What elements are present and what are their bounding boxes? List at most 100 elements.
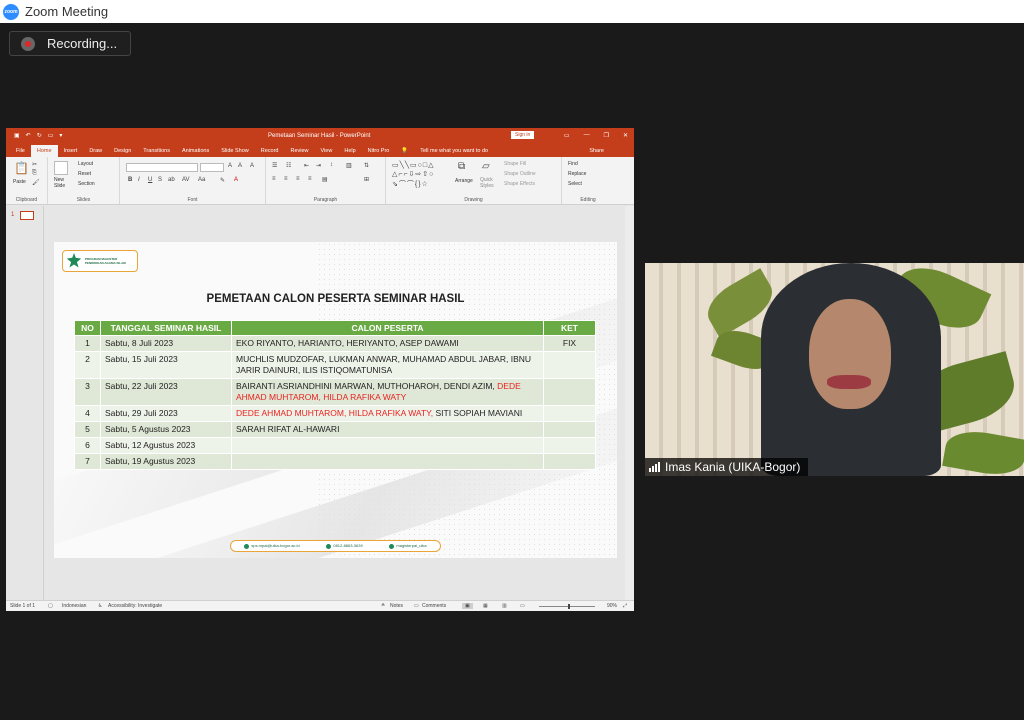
tab-help[interactable]: Help xyxy=(338,148,361,157)
align-center-icon[interactable]: ≡ xyxy=(284,176,288,182)
quick-styles-icon: ▱ xyxy=(482,161,490,172)
decrease-indent-icon[interactable]: ⇤ xyxy=(304,162,309,169)
tab-animations[interactable]: Animations xyxy=(176,148,215,157)
increase-font-icon[interactable]: A xyxy=(228,163,232,169)
paste-button[interactable]: Paste xyxy=(13,179,26,185)
zoom-slider[interactable] xyxy=(539,606,595,607)
shape-effects-button[interactable]: Shape Effects xyxy=(504,181,535,187)
comments-button[interactable]: Comments xyxy=(422,603,446,609)
slide-thumbnail-pane: 1 xyxy=(6,206,44,600)
columns-icon[interactable]: ▥ xyxy=(346,162,352,169)
char-spacing-icon[interactable]: AV xyxy=(182,177,190,183)
tab-insert[interactable]: Insert xyxy=(58,148,84,157)
ribbon-display-icon[interactable]: ▭ xyxy=(564,132,570,139)
tab-transitions[interactable]: Transitions xyxy=(137,148,176,157)
notes-button[interactable]: Notes xyxy=(390,603,403,609)
cut-icon[interactable]: ✂ xyxy=(32,161,37,168)
decrease-font-icon[interactable]: A xyxy=(238,163,242,169)
font-family-select[interactable] xyxy=(126,163,198,172)
shadow-icon[interactable]: S xyxy=(158,177,162,183)
present-icon[interactable]: ▭ xyxy=(48,132,54,139)
increase-indent-icon[interactable]: ⇥ xyxy=(316,162,321,169)
fit-slide-icon[interactable]: ⤢ xyxy=(623,603,627,609)
zoom-slider-thumb[interactable] xyxy=(568,604,570,609)
editing-group: Find Replace Select Editing xyxy=(562,157,614,204)
format-painter-icon[interactable]: 🖌 xyxy=(32,179,40,186)
shapes-gallery-row3-icon[interactable]: ⇘⌒⌒{}☆ xyxy=(392,179,429,189)
new-slide-button[interactable]: New Slide xyxy=(54,177,72,189)
tab-slide-show[interactable]: Slide Show xyxy=(215,148,255,157)
change-case-icon[interactable]: Aa xyxy=(198,177,205,183)
footer-phone: 0812-8863-3639 xyxy=(326,543,363,549)
reset-button[interactable]: Reset xyxy=(78,171,91,177)
font-color-icon[interactable]: A xyxy=(234,177,238,183)
line-spacing-icon[interactable]: ↕ xyxy=(330,162,333,168)
numbering-icon[interactable]: ☷ xyxy=(286,162,291,169)
close-icon[interactable]: ✕ xyxy=(623,132,628,139)
align-text-icon[interactable]: ▤ xyxy=(322,176,328,183)
tab-nitro-pro[interactable]: Nitro Pro xyxy=(362,148,396,157)
save-icon[interactable]: ▣ xyxy=(14,132,20,139)
table-row: 5 Sabtu, 5 Agustus 2023 SARAH RIFAT AL-H… xyxy=(74,421,596,438)
quick-styles-button[interactable]: Quick Styles xyxy=(480,177,496,189)
underline-icon[interactable]: U xyxy=(148,177,152,183)
tab-draw[interactable]: Draw xyxy=(83,148,108,157)
bullets-icon[interactable]: ☰ xyxy=(272,162,277,169)
tab-file[interactable]: File xyxy=(10,148,31,157)
zoom-level[interactable]: 90% xyxy=(607,603,617,609)
normal-view-icon[interactable]: ▣ xyxy=(462,603,473,609)
highlight-icon[interactable]: ✎ xyxy=(220,177,225,184)
justify-icon[interactable]: ≡ xyxy=(308,176,312,182)
tab-review[interactable]: Review xyxy=(284,148,314,157)
slide-sorter-icon[interactable]: ▦ xyxy=(483,603,488,609)
find-button[interactable]: Find xyxy=(568,161,578,167)
clear-format-icon[interactable]: A xyxy=(250,163,254,169)
italic-icon[interactable]: I xyxy=(138,177,140,183)
recording-indicator[interactable]: Recording... xyxy=(9,31,131,56)
cell-ket xyxy=(543,421,596,438)
align-left-icon[interactable]: ≡ xyxy=(272,176,276,182)
tab-home[interactable]: Home xyxy=(30,145,58,157)
instagram-icon xyxy=(389,543,395,549)
cell-date: Sabtu, 15 Juli 2023 xyxy=(100,351,232,379)
text-direction-icon[interactable]: ⇅ xyxy=(364,162,369,169)
arrange-button[interactable]: Arrange xyxy=(455,178,473,184)
smartart-icon[interactable]: ⊞ xyxy=(364,176,369,183)
phone-icon xyxy=(326,543,332,549)
language-status[interactable]: Indonesian xyxy=(62,603,86,609)
tab-view[interactable]: View xyxy=(315,148,339,157)
replace-button[interactable]: Replace xyxy=(568,171,586,177)
font-size-select[interactable] xyxy=(200,163,224,172)
shape-fill-button[interactable]: Shape Fill xyxy=(504,161,526,167)
undo-icon[interactable]: ↶ xyxy=(26,132,31,139)
minimize-icon[interactable]: — xyxy=(584,132,590,139)
participant-video[interactable]: Imas Kania (UIKA-Bogor) xyxy=(645,263,1024,476)
layout-button[interactable]: Layout xyxy=(78,161,93,167)
customize-qat-icon[interactable]: ▾ xyxy=(59,132,62,139)
sign-in-button[interactable]: Sign in xyxy=(511,131,535,139)
slide-canvas[interactable]: PROGRAM MAGISTER PENDIDIKAN AGAMA ISLAM P… xyxy=(54,242,617,558)
accessibility-status[interactable]: Accessibility: Investigate xyxy=(108,603,162,609)
tell-me-search[interactable]: Tell me what you want to do xyxy=(414,148,494,157)
section-button[interactable]: Section xyxy=(78,181,95,187)
reading-view-icon[interactable]: ▥ xyxy=(502,603,507,609)
footer-email: sps.mpai@uika-bogor.ac.id xyxy=(244,543,300,549)
slideshow-view-icon[interactable]: ▭ xyxy=(520,603,525,609)
spellcheck-icon[interactable]: ▢ xyxy=(48,603,53,609)
strikethrough-icon[interactable]: ab xyxy=(168,177,175,183)
share-button[interactable]: Share xyxy=(589,148,604,154)
select-button[interactable]: Select xyxy=(568,181,582,187)
shapes-gallery-icon[interactable]: ▭╲╲▭○□△ xyxy=(392,161,435,169)
shapes-gallery-row2-icon[interactable]: △⌐⌐⇩⇨⇧○ xyxy=(392,170,434,178)
cell-date: Sabtu, 22 Juli 2023 xyxy=(100,378,232,406)
vertical-scrollbar[interactable] xyxy=(625,206,634,600)
tab-design[interactable]: Design xyxy=(108,148,137,157)
copy-icon[interactable]: ⎘ xyxy=(32,170,37,177)
restore-icon[interactable]: ❐ xyxy=(604,132,609,139)
slide-thumbnail[interactable] xyxy=(20,211,34,220)
shape-outline-button[interactable]: Shape Outline xyxy=(504,171,536,177)
align-right-icon[interactable]: ≡ xyxy=(296,176,300,182)
tab-record[interactable]: Record xyxy=(255,148,285,157)
redo-icon[interactable]: ↻ xyxy=(37,132,42,139)
bold-icon[interactable]: B xyxy=(128,177,132,183)
